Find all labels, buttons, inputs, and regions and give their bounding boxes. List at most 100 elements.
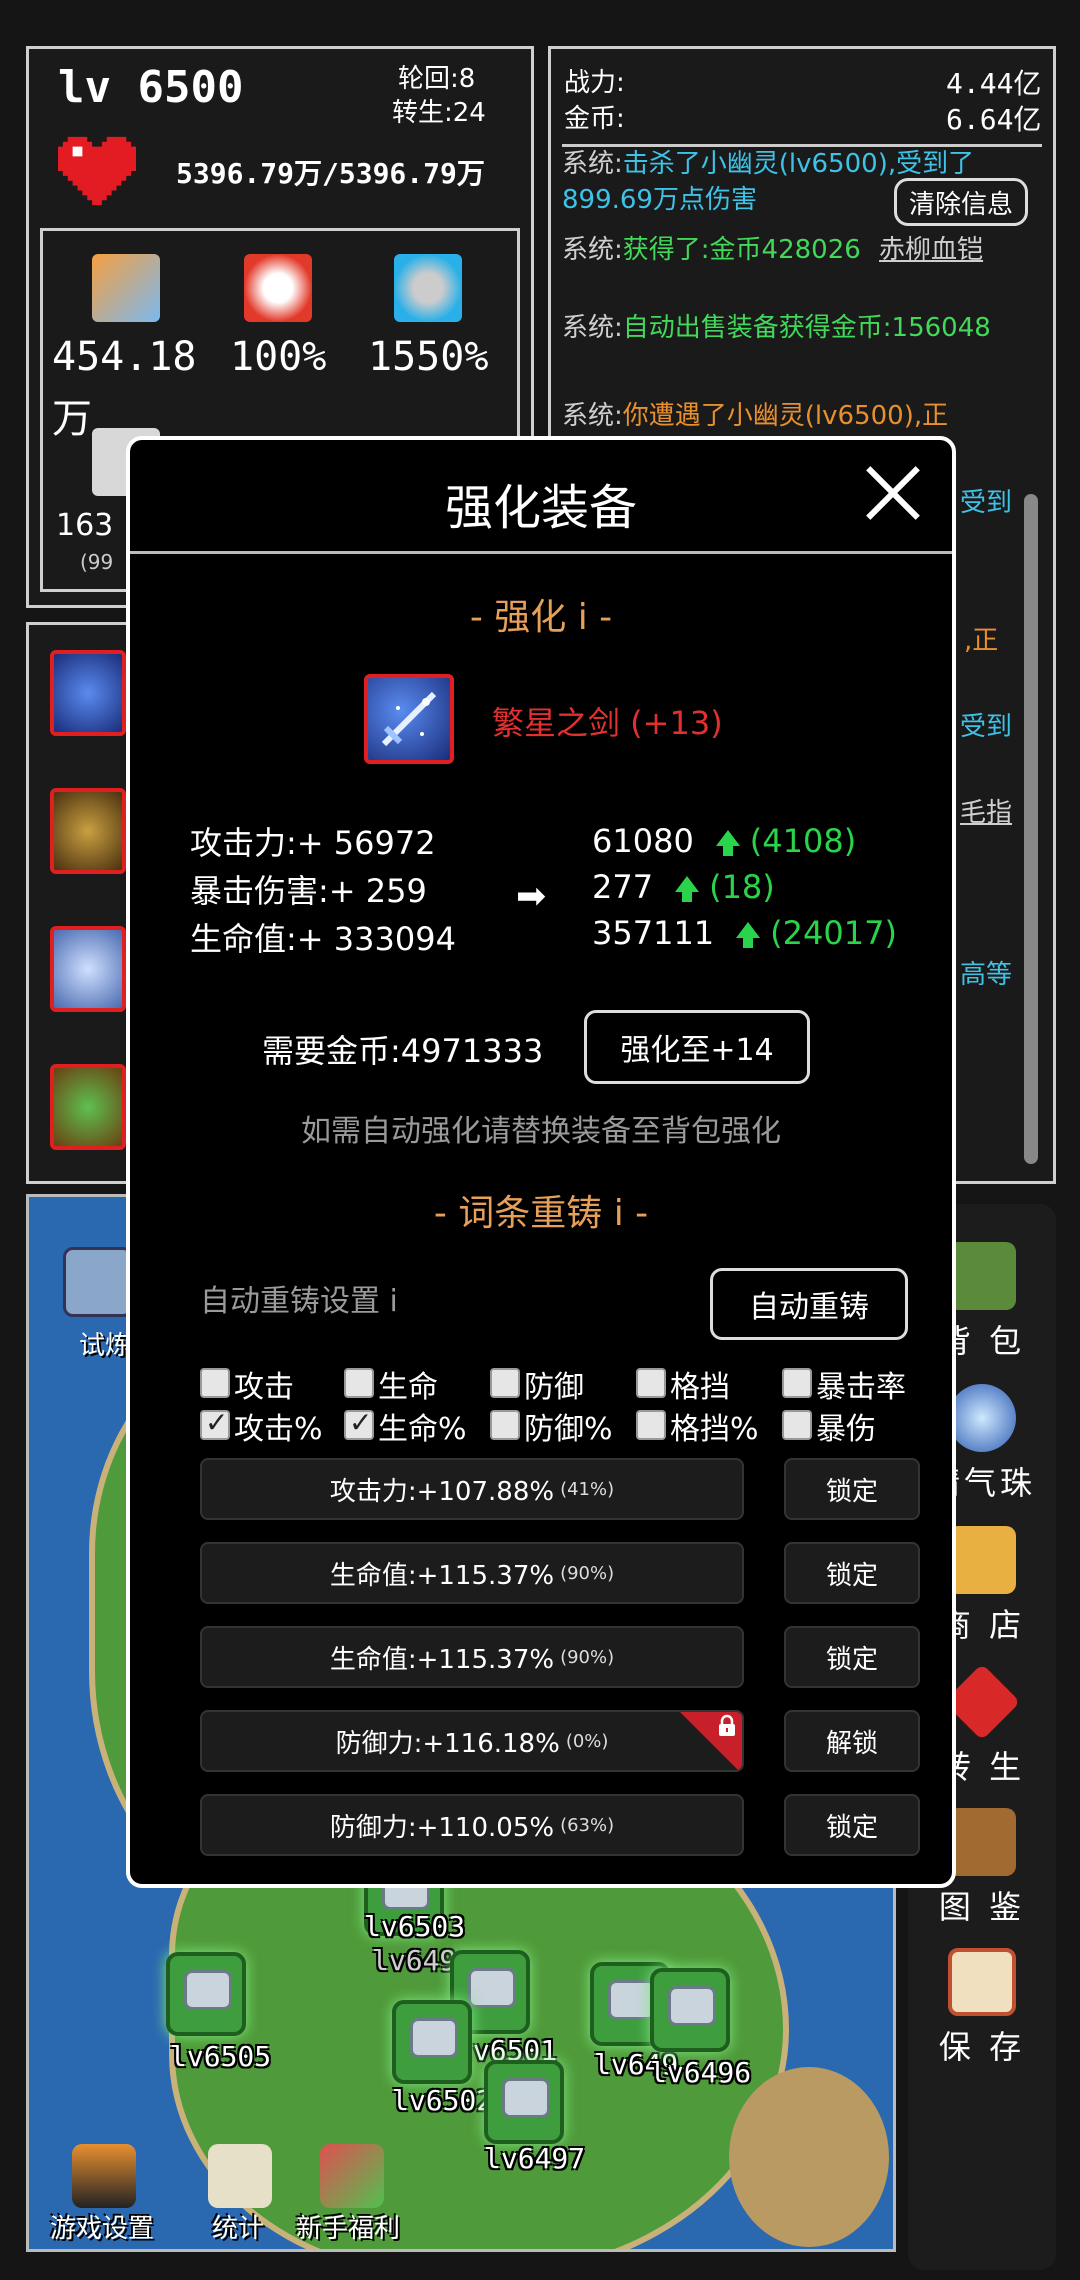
backpack-icon [948, 1242, 1016, 1310]
log-scrollbar[interactable] [1024, 494, 1038, 1164]
item-link[interactable]: 赤柳血铠 [879, 235, 983, 265]
checkbox-label: 格挡% [670, 1412, 759, 1447]
newbie-gift-icon[interactable] [320, 2144, 384, 2208]
enemy-marker[interactable] [650, 1968, 730, 2052]
checkbox-defense-percent[interactable] [490, 1410, 520, 1440]
attribute-row: 生命值:+115.37% (90%) [200, 1542, 744, 1604]
enemy-level-label: lv6496 [650, 2056, 752, 2089]
checkbox-label: 防御% [524, 1412, 613, 1447]
enemy-marker[interactable] [166, 1952, 246, 2036]
enemy-marker[interactable] [484, 2060, 564, 2144]
cycle-count: 轮回:8 [398, 64, 476, 94]
auto-enhance-hint: 如需自动强化请替换装备至背包强化 [301, 1114, 781, 1149]
checkbox-label: 防御 [524, 1370, 584, 1405]
checkbox-label: 生命% [378, 1412, 467, 1447]
checkbox-hp-percent[interactable] [344, 1406, 374, 1440]
trial-label: 试炼 [79, 1331, 132, 1361]
log-fragment: 受到 [960, 488, 1013, 518]
crit-rate-stat-value: 100% [230, 334, 327, 380]
power-value: 4.44亿 [946, 67, 1042, 100]
trial-portal-icon[interactable] [63, 1247, 133, 1317]
padlock-icon [719, 1714, 735, 1736]
menu-save[interactable]: 保 存 [908, 1948, 1056, 2068]
enhance-equipment-dialog: 强化装备 - 强化 i - 繁星之剑 (+13) 攻击力:+ 56972 暴击伤… [126, 436, 956, 1888]
defense-stat-value: 163 [56, 508, 114, 543]
next-hp: 357111 (24017) [592, 914, 897, 952]
equip-slot-weapon[interactable] [50, 650, 126, 736]
auto-reforge-settings[interactable]: 自动重铸设置 i [200, 1276, 398, 1320]
power-label: 战力: [564, 68, 625, 98]
item-name: 繁星之剑 (+13) [492, 704, 723, 742]
crit-damage-stat-value: 1550% [368, 334, 489, 380]
checkbox-defense[interactable] [490, 1368, 520, 1398]
equip-slot-accessory[interactable] [50, 926, 126, 1012]
lock-button[interactable]: 锁定 [784, 1794, 920, 1856]
gold-value: 6.64亿 [946, 103, 1042, 136]
heart-icon [58, 136, 136, 206]
log-fragment: 高等 [960, 960, 1013, 990]
log-fragment: 毛指 [960, 798, 1013, 828]
checkbox-block-percent[interactable] [636, 1410, 666, 1440]
clear-log-button[interactable]: 清除信息 [894, 178, 1028, 226]
auto-reforge-button[interactable]: 自动重铸 [710, 1268, 908, 1340]
next-attack: 61080 (4108) [592, 822, 857, 860]
checkbox-label: 攻击 [234, 1370, 294, 1405]
lock-button[interactable]: 锁定 [784, 1626, 920, 1688]
next-crit-damage: 277 (18) [592, 868, 775, 906]
current-attack: 攻击力:+ 56972 [190, 824, 436, 862]
checkbox-block[interactable] [636, 1368, 666, 1398]
required-gold: 需要金币:4971333 [262, 1032, 544, 1070]
equip-slot-ring[interactable] [50, 1064, 126, 1150]
enemy-level-label: lv6503 [364, 1910, 466, 1943]
enemy-level-label: lv6497 [484, 2142, 586, 2175]
enemy-level-label: lv649 [372, 1944, 457, 1977]
checkbox-label: 格挡 [670, 1370, 730, 1405]
attack-stat-unit: 万 [52, 396, 92, 442]
log-entry: 系统:你遭遇了小幽灵(lv6500),正 [562, 401, 949, 431]
equip-slot-armor[interactable] [50, 788, 126, 874]
crit-rate-fist-icon [244, 254, 312, 322]
enemy-marker[interactable] [392, 2000, 472, 2084]
settings-chest-icon[interactable] [72, 2144, 136, 2208]
arrow-right-icon: ➡ [516, 876, 547, 917]
reforge-section-title[interactable]: - 词条重铸 i - [130, 1184, 952, 1236]
log-fragment: 受到 [960, 712, 1013, 742]
checkbox-label: 生命 [378, 1370, 438, 1405]
enhance-button[interactable]: 强化至+14 [584, 1010, 810, 1084]
gold-coins-icon [948, 1526, 1016, 1594]
dialog-title: 强化装备 [444, 480, 637, 536]
close-icon[interactable] [862, 462, 924, 524]
log-entry: 系统:自动出售装备获得金币:156048 [562, 313, 991, 343]
current-hp: 生命值:+ 333094 [190, 920, 456, 958]
lock-button[interactable]: 锁定 [784, 1458, 920, 1520]
unlock-button[interactable]: 解锁 [784, 1710, 920, 1772]
statistics-button[interactable]: 统计 [212, 2208, 264, 2245]
enemy-level-label: lv6502 [392, 2084, 494, 2117]
game-settings-button[interactable]: 游戏设置 [50, 2208, 154, 2245]
checkbox-label: 攻击% [234, 1412, 323, 1447]
attribute-row-locked: 防御力:+116.18% (0%) [200, 1710, 744, 1772]
checkbox-crit-damage[interactable] [782, 1410, 812, 1440]
checkbox-crit-rate[interactable] [782, 1368, 812, 1398]
checkbox-label: 暴击率 [816, 1370, 906, 1405]
attack-stat-value: 454.18 [52, 334, 197, 380]
log-entry: 系统:获得了:金币428026 赤柳血铠 [562, 235, 984, 265]
log-fragment: ,正 [964, 626, 999, 656]
gold-label: 金币: [564, 104, 625, 134]
checkbox-hp[interactable] [344, 1368, 374, 1398]
spirit-orb-icon [948, 1384, 1016, 1452]
checkbox-attack-percent[interactable] [200, 1406, 230, 1440]
enemy-level-label: lv6505 [170, 2040, 272, 2073]
enhance-section-title[interactable]: - 强化 i - [130, 588, 952, 640]
attack-sword-icon [92, 254, 160, 322]
attribute-row: 生命值:+115.37% (90%) [200, 1626, 744, 1688]
defense-stat-sub: (99 [80, 550, 114, 574]
checkbox-label: 暴伤 [816, 1412, 876, 1447]
sword-item-icon[interactable] [364, 674, 454, 764]
lock-button[interactable]: 锁定 [784, 1542, 920, 1604]
stats-scroll-icon[interactable] [208, 2144, 272, 2208]
checkbox-attack[interactable] [200, 1368, 230, 1398]
map-sand-island [729, 2067, 889, 2247]
newbie-welfare-button[interactable]: 新手福利 [296, 2208, 400, 2245]
current-crit-damage: 暴击伤害:+ 259 [190, 872, 427, 910]
